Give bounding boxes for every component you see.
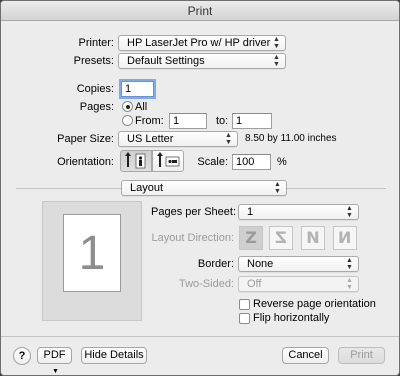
layout-direction-label: Layout Direction: — [151, 232, 234, 244]
reverse-orientation-checkbox[interactable] — [239, 299, 250, 310]
updown-icon: ▲ ▼ — [225, 132, 232, 146]
dropdown-arrow-icon: ▼ — [52, 368, 59, 375]
printer-select[interactable]: HP LaserJet Pro w/ HP driver ▲ ▼ — [118, 35, 286, 51]
pages-per-sheet-select[interactable]: 1 ▲ ▼ — [238, 204, 359, 220]
border-label: Border: — [197, 258, 234, 270]
pages-from-field[interactable]: 1 — [169, 113, 207, 129]
pages-from-radio[interactable] — [122, 115, 133, 126]
landscape-icon — [157, 152, 180, 167]
section-value: Layout — [130, 182, 164, 194]
paper-size-select[interactable]: US Letter ▲ ▼ — [118, 131, 238, 147]
reverse-n-glyph-icon: N — [338, 228, 352, 247]
portrait-icon — [125, 152, 146, 169]
pages-per-sheet-value: 1 — [247, 206, 254, 218]
help-icon: ? — [18, 350, 26, 362]
flip-horizontally-checkbox[interactable] — [239, 313, 250, 324]
portrait-orientation-button[interactable] — [120, 150, 152, 172]
presets-select[interactable]: Default Settings ▲ ▼ — [118, 53, 286, 69]
paper-size-dimensions: 8.50 by 11.00 inches — [245, 133, 337, 144]
printer-label: Printer: — [78, 37, 114, 49]
pages-label: Pages: — [79, 101, 114, 113]
pdf-menu-button[interactable]: PDF ▼ — [37, 347, 72, 375]
layout-direction-z-button[interactable]: Z — [239, 226, 263, 250]
copies-label: Copies: — [76, 83, 114, 95]
print-button[interactable]: Print — [338, 347, 385, 364]
updown-icon: ▲ ▼ — [346, 205, 353, 219]
updown-icon: ▲ ▼ — [274, 181, 281, 195]
two-sided-value: Off — [247, 278, 262, 290]
two-sided-label: Two-Sided: — [178, 278, 234, 290]
layout-direction-n-button[interactable]: N — [301, 226, 325, 250]
presets-value: Default Settings — [127, 55, 205, 67]
window-title: Print — [1, 1, 399, 21]
page-preview: 1 — [63, 214, 121, 292]
n-glyph-icon: N — [306, 228, 320, 247]
orientation-label: Orientation: — [57, 156, 114, 168]
scale-field[interactable]: 100 — [232, 154, 271, 170]
landscape-orientation-button[interactable] — [152, 150, 184, 172]
pages-all-radio[interactable] — [122, 101, 133, 112]
updown-icon: ▲ ▼ — [273, 54, 280, 68]
scale-unit: % — [277, 156, 287, 168]
cancel-button[interactable]: Cancel — [282, 347, 329, 364]
border-select[interactable]: None ▲ ▼ — [238, 256, 359, 272]
presets-label: Presets: — [73, 55, 114, 67]
pages-to-field[interactable]: 1 — [232, 113, 272, 129]
updown-icon: ▲ ▼ — [346, 257, 353, 271]
printer-value: HP LaserJet Pro w/ HP driver — [127, 37, 271, 49]
pdf-label: PDF — [43, 349, 66, 361]
layout-direction-reverse-z-button[interactable]: Z — [269, 226, 293, 250]
scale-label: Scale: — [197, 156, 228, 168]
pages-per-sheet-label: Pages per Sheet: — [151, 206, 237, 218]
pages-from-label: From: — [135, 115, 164, 127]
updown-icon: ▲ ▼ — [346, 277, 353, 291]
z-glyph-icon: Z — [245, 228, 257, 247]
reverse-z-glyph-icon: Z — [275, 228, 287, 247]
flip-horizontally-label: Flip horizontally — [253, 312, 330, 324]
two-sided-select[interactable]: Off ▲ ▼ — [238, 276, 359, 292]
layout-direction-reverse-n-button[interactable]: N — [333, 226, 357, 250]
help-button[interactable]: ? — [13, 347, 31, 365]
paper-size-value: US Letter — [127, 133, 174, 145]
copies-field[interactable]: 1 — [119, 79, 156, 99]
updown-icon: ▲ ▼ — [273, 36, 280, 50]
pages-to-label: to: — [216, 115, 229, 127]
hide-details-button[interactable]: Hide Details — [81, 347, 147, 364]
print-dialog: Print Printer: HP LaserJet Pro w/ HP dri… — [0, 0, 400, 376]
border-value: None — [247, 258, 274, 270]
footer-divider — [1, 336, 399, 337]
section-select[interactable]: Layout ▲ ▼ — [121, 180, 287, 196]
paper-size-label: Paper Size: — [57, 133, 114, 145]
